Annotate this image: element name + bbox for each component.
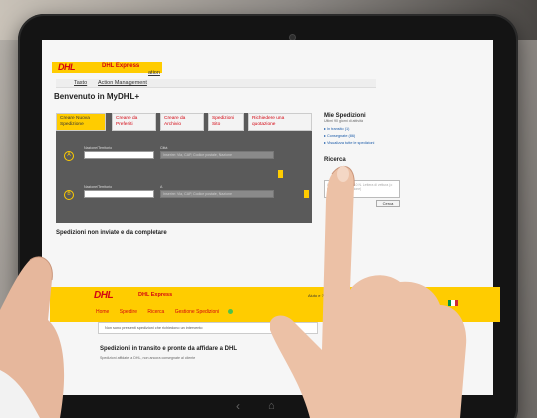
right-hand [270, 165, 467, 418]
tab-create-new[interactable]: Creare Nuova Spedizione [56, 113, 106, 131]
link-in-transit-label[interactable]: In transito (1) [327, 127, 349, 131]
tab-request-quote[interactable]: Richiedere una quotazione [248, 113, 312, 131]
tab-from-archive[interactable]: Creare da Archivio [160, 113, 204, 131]
nav-ship[interactable]: Spedire [120, 309, 137, 315]
city-label-a: Città [160, 146, 168, 150]
overlay-nav: Home Spedire Ricerca Gestione Spedizioni [96, 309, 234, 315]
destination-marker: B [64, 190, 74, 200]
city-label-b: A [160, 185, 163, 189]
page-title: Benvenuto in MyDHL+ [54, 92, 140, 101]
tab-site-shipments[interactable]: Spedizioni Sito [208, 113, 244, 131]
country-label-a: Nazione/Territorio [84, 146, 113, 150]
tab-from-favorites[interactable]: Creare da Preferiti [112, 113, 156, 131]
status-dot-icon [228, 309, 234, 315]
left-hand [0, 256, 65, 418]
nav-search[interactable]: Ricerca [147, 309, 164, 315]
dhl-logo[interactable]: DHL [58, 62, 76, 72]
overlay-brand: DHL Express [138, 292, 173, 298]
header-link[interactable]: ation [148, 70, 160, 76]
link-delivered[interactable]: ▸ Consegnate (86) [324, 133, 404, 138]
in-transit-title: Spedizioni in transito e pronte da affid… [100, 346, 238, 352]
site-header: DHL DHL Express [52, 62, 162, 73]
country-label-b: Nazione/Territorio [84, 185, 113, 189]
address-input-a[interactable]: Inserire: Via, CAP, Codice postale, Nazi… [160, 151, 274, 159]
nav-manage[interactable]: Gestione Spedizioni [175, 309, 219, 315]
link-view-all-label[interactable]: Visualizza tutte le spedizioni [327, 141, 374, 145]
topnav-item-action-management[interactable]: Action Management [98, 80, 147, 86]
origin-marker: A [64, 151, 74, 161]
my-shipments-subtitle: Ultimi 90 giorni di attività [324, 119, 363, 123]
not-sent-title: Spedizioni non inviate e da completare [56, 230, 167, 236]
top-nav: Tasto Action Management [56, 79, 376, 88]
brand-name: DHL Express [102, 63, 140, 69]
link-delivered-label[interactable]: Consegnate (86) [327, 134, 355, 138]
panel-tabs: Creare Nuova Spedizione Creare da Prefer… [56, 113, 312, 131]
topnav-item-tasto[interactable]: Tasto [74, 80, 87, 86]
back-chevron-icon[interactable]: ‹ [236, 399, 240, 413]
link-view-all[interactable]: ▸ Visualizza tutte le spedizioni [324, 140, 404, 145]
address-input-b[interactable]: Inserire: Via, CAP, Codice postale, Nazi… [160, 190, 274, 198]
in-transit-subtitle: Spedizioni affidate a DHL, non ancora co… [100, 356, 196, 360]
country-input-a[interactable] [84, 151, 154, 159]
country-input-b[interactable] [84, 190, 154, 198]
link-in-transit[interactable]: ▸ In transito (1) [324, 126, 404, 131]
